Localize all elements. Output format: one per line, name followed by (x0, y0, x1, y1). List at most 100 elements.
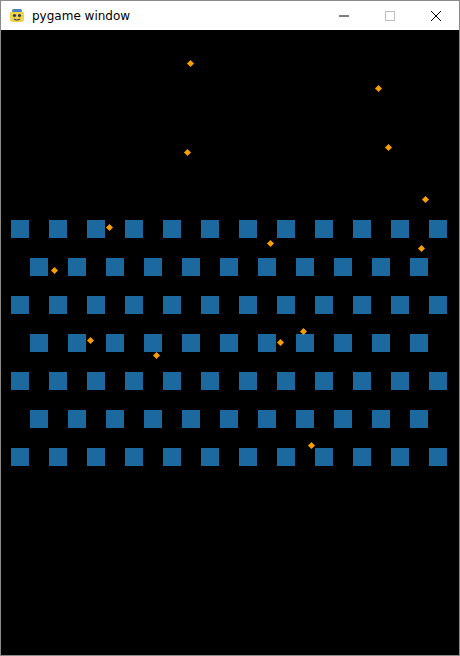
peg (372, 258, 390, 276)
peg (49, 296, 67, 314)
peg (11, 372, 29, 390)
peg (277, 372, 295, 390)
peg (201, 220, 219, 238)
peg (334, 410, 352, 428)
maximize-button[interactable] (367, 1, 413, 30)
peg (87, 372, 105, 390)
peg (220, 410, 238, 428)
peg (429, 448, 447, 466)
peg (410, 410, 428, 428)
particle (384, 143, 391, 150)
peg (144, 334, 162, 352)
peg (239, 220, 257, 238)
minimize-icon (339, 11, 349, 21)
peg (30, 258, 48, 276)
peg (372, 334, 390, 352)
peg (429, 372, 447, 390)
peg (106, 334, 124, 352)
maximize-icon (385, 11, 395, 21)
peg (182, 334, 200, 352)
peg (239, 448, 257, 466)
peg (429, 220, 447, 238)
particle (374, 84, 381, 91)
peg (68, 334, 86, 352)
particle (307, 441, 314, 448)
peg (125, 448, 143, 466)
peg (49, 448, 67, 466)
peg (201, 296, 219, 314)
peg (315, 220, 333, 238)
peg (125, 220, 143, 238)
peg-row (30, 334, 459, 352)
peg (277, 448, 295, 466)
peg (201, 372, 219, 390)
peg (315, 296, 333, 314)
peg (239, 296, 257, 314)
peg (239, 372, 257, 390)
peg (296, 334, 314, 352)
peg-row (11, 372, 459, 390)
peg (30, 410, 48, 428)
peg (49, 220, 67, 238)
particle (266, 239, 273, 246)
peg (353, 220, 371, 238)
title-bar: pygame window (1, 1, 459, 30)
peg (68, 410, 86, 428)
peg-row (11, 296, 459, 314)
particle (186, 59, 193, 66)
pygame-icon (9, 8, 25, 24)
peg (353, 448, 371, 466)
peg (68, 258, 86, 276)
peg-row (11, 220, 459, 238)
peg (163, 220, 181, 238)
particle (86, 336, 93, 343)
window-title: pygame window (32, 9, 314, 23)
peg-row (30, 410, 459, 428)
peg (277, 220, 295, 238)
peg (182, 410, 200, 428)
peg (87, 448, 105, 466)
peg (106, 410, 124, 428)
peg (296, 258, 314, 276)
peg (410, 334, 428, 352)
peg (258, 410, 276, 428)
peg (87, 220, 105, 238)
peg (182, 258, 200, 276)
peg (296, 410, 314, 428)
peg (30, 334, 48, 352)
peg (11, 448, 29, 466)
peg (144, 258, 162, 276)
peg (429, 296, 447, 314)
peg (391, 372, 409, 390)
peg (258, 258, 276, 276)
peg (125, 372, 143, 390)
peg (315, 372, 333, 390)
particle (152, 351, 159, 358)
game-canvas (1, 30, 459, 655)
peg (410, 258, 428, 276)
peg (353, 296, 371, 314)
particle (50, 266, 57, 273)
peg (11, 220, 29, 238)
particle (421, 195, 428, 202)
peg (258, 334, 276, 352)
peg (334, 258, 352, 276)
peg (163, 448, 181, 466)
particle (105, 223, 112, 230)
particle (183, 148, 190, 155)
minimize-button[interactable] (321, 1, 367, 30)
peg (144, 410, 162, 428)
peg (220, 334, 238, 352)
peg (201, 448, 219, 466)
particle (417, 244, 424, 251)
peg (353, 372, 371, 390)
peg (391, 448, 409, 466)
peg (87, 296, 105, 314)
peg-row (11, 448, 459, 466)
peg (163, 372, 181, 390)
peg (391, 296, 409, 314)
close-button[interactable] (413, 1, 459, 30)
peg (334, 334, 352, 352)
peg (125, 296, 143, 314)
peg (315, 448, 333, 466)
